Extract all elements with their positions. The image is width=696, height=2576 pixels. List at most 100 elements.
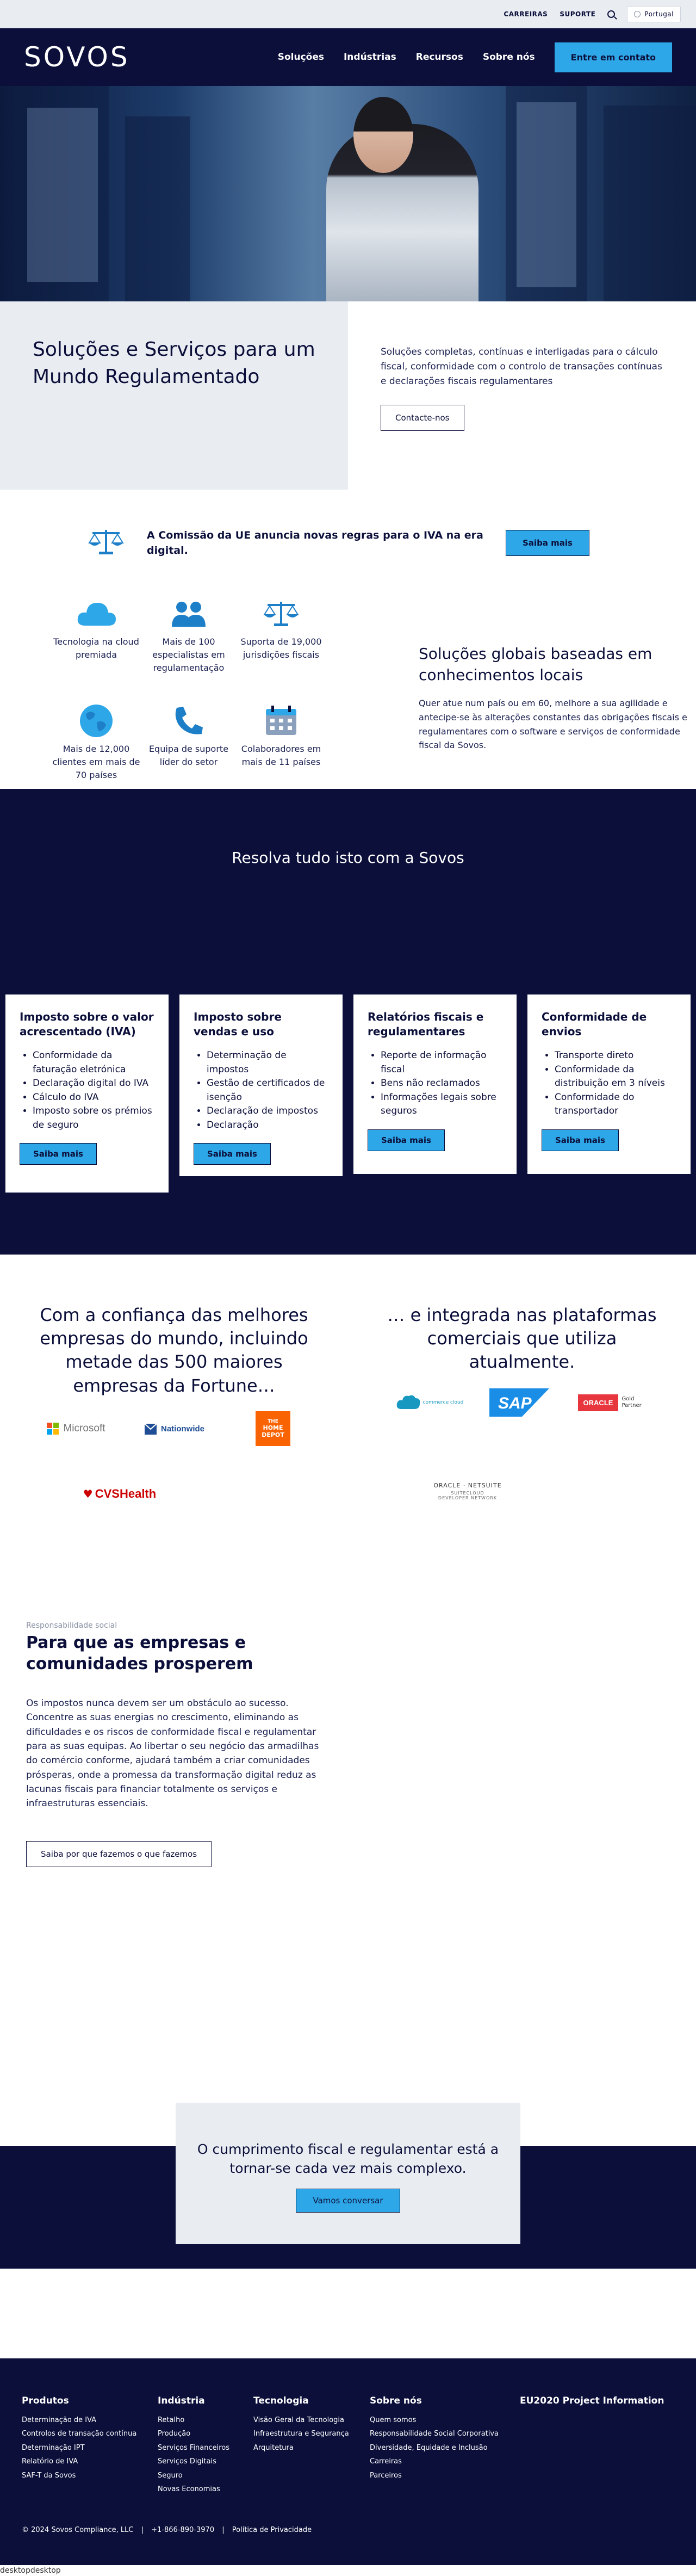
footer-link[interactable]: Controlos de transação contínua [22, 2427, 136, 2441]
feature-item: Tecnologia na cloud premiada [50, 596, 142, 682]
list-item: Conformidade do transportador [555, 1091, 676, 1119]
copyright: © 2024 Sovos Compliance, LLC [22, 2526, 134, 2534]
footer-link[interactable]: SAF-T da Sovos [22, 2469, 136, 2482]
language-selector[interactable]: Portugal [627, 6, 681, 22]
list-item: Imposto sobre os prémios de seguro [33, 1104, 154, 1132]
footer-link[interactable]: Relatório de IVA [22, 2455, 136, 2468]
intro-text: Soluções completas, contínuas e interlig… [381, 347, 662, 387]
footer-link[interactable]: Produção [158, 2427, 229, 2441]
solutions-section: Resolva tudo isto com a Sovos Imposto so… [0, 789, 696, 1255]
footer-link[interactable]: Determinação de IVA [22, 2413, 136, 2427]
support-link[interactable]: SUPORTE [560, 10, 595, 18]
search-icon[interactable] [607, 10, 616, 18]
social-title: Para que as empresas e comunidades prosp… [26, 1633, 253, 1673]
list-item: Reporte de informação fiscal [381, 1049, 502, 1077]
netsuite-logo: ORACLE · NETSUITE SUITECLOUD DEVELOPER N… [433, 1482, 502, 1500]
footer-link[interactable]: Infraestrutura e Segurança [253, 2427, 349, 2441]
features-text: Quer atue num país ou em 60, melhore a s… [419, 698, 687, 751]
people-icon [142, 596, 235, 631]
footer-link[interactable]: Arquitetura [253, 2441, 349, 2455]
careers-link[interactable]: CARREIRAS [504, 10, 548, 18]
footer-link[interactable]: Determinação IPT [22, 2441, 136, 2455]
section-kicker: Responsabilidade social [26, 1621, 117, 1630]
solution-card-reporting: Relatórios fiscais e regulamentares Repo… [353, 994, 517, 1174]
footer-col-technology: Tecnologia Visão Geral da Tecnologia Inf… [253, 2392, 349, 2455]
language-label: Portugal [644, 10, 674, 18]
intro-section: Soluções e Serviços para um Mundo Regula… [0, 301, 696, 490]
footer-link[interactable]: Novas Economias [158, 2482, 229, 2496]
feature-item: Mais de 100 especialistas em regulamenta… [142, 596, 235, 682]
footer: Produtos Determinação de IVA Controlos d… [0, 2358, 696, 2565]
solution-card-vat: Imposto sobre o valor acrescentado (IVA)… [5, 994, 169, 1193]
scales-icon [235, 596, 327, 631]
lets-talk-button[interactable]: Vamos conversar [296, 2189, 400, 2213]
footer-link[interactable]: Responsabilidade Social Corporativa [370, 2427, 499, 2441]
footer-link[interactable]: Serviços Digitais [158, 2455, 229, 2468]
globe-icon [634, 11, 641, 17]
nationwide-logo: Nationwide [136, 1418, 212, 1440]
footer-link[interactable]: Retalho [158, 2413, 229, 2427]
utility-bar: CARREIRAS SUPORTE Portugal [0, 0, 696, 28]
announcement-text: A Comissão da UE anuncia novas regras pa… [147, 529, 483, 557]
svg-text:SAP: SAP [498, 1394, 532, 1412]
calendar-icon [235, 703, 327, 738]
microsoft-logo: Microsoft [38, 1418, 114, 1440]
footer-link[interactable]: Diversidade, Equidade e Inclusão [370, 2441, 499, 2455]
footer-link[interactable]: Seguro [158, 2469, 229, 2482]
customers-title: Com a confiança das melhores empresas do… [40, 1305, 308, 1396]
list-item: Determinação de impostos [207, 1049, 328, 1077]
privacy-link[interactable]: Política de Privacidade [232, 2526, 312, 2534]
solutions-title: Resolva tudo isto com a Sovos [232, 849, 464, 867]
nav-solutions[interactable]: Soluções [278, 52, 324, 63]
oracle-logo: ORACLE Gold Partner [574, 1394, 650, 1411]
page-title: Soluções e Serviços para um Mundo Regula… [33, 338, 315, 388]
sovos-logo[interactable]: SOVOS [24, 41, 130, 73]
footer-col-products: Produtos Determinação de IVA Controlos d… [22, 2392, 136, 2482]
phone-link[interactable]: +1-866-890-3970 [151, 2526, 214, 2534]
sales-tax-more-button[interactable]: Saiba mais [194, 1143, 271, 1165]
features-grid: Tecnologia na cloud premiada Mais de 100… [50, 596, 327, 789]
list-item: Cálculo do IVA [33, 1091, 154, 1105]
reporting-more-button[interactable]: Saiba mais [368, 1129, 445, 1151]
shipping-more-button[interactable]: Saiba mais [542, 1129, 619, 1151]
feature-item: Mais de 12,000 clientes em mais de 70 pa… [50, 703, 142, 789]
nav-resources[interactable]: Recursos [416, 52, 463, 63]
solution-card-sales-tax: Imposto sobre vendas e uso Determinação … [179, 994, 343, 1176]
footer-link[interactable]: Carreiras [370, 2455, 499, 2468]
list-item: Gestão de certificados de isenção [207, 1077, 328, 1104]
eu2020-link[interactable]: EU2020 Project Information [520, 2395, 664, 2406]
feature-item: Colaboradores em mais de 11 países [235, 703, 327, 789]
feature-item: Equipa de suporte líder do setor [142, 703, 235, 789]
announcement-more-button[interactable]: Saiba mais [506, 530, 589, 556]
list-item: Informações legais sobre seguros [381, 1091, 502, 1119]
vat-more-button[interactable]: Saiba mais [20, 1143, 97, 1165]
cvs-health-logo: ♥ CVSHealth [83, 1487, 157, 1500]
main-nav: Soluções Indústrias Recursos Sobre nós E… [278, 42, 672, 72]
footer-link[interactable]: Visão Geral da Tecnologia [253, 2413, 349, 2427]
why-we-do-button[interactable]: Saiba por que fazemos o que fazemos [26, 1841, 212, 1867]
footer-link[interactable]: Serviços Financeiros [158, 2441, 229, 2455]
footer-col-eu2020: EU2020 Project Information [520, 2392, 664, 2413]
list-item: Declaração de impostos [207, 1104, 328, 1119]
compliance-box: O cumprimento fiscal e regulamentar está… [176, 2103, 520, 2244]
phone-icon [142, 703, 235, 738]
footer-link[interactable]: Parceiros [370, 2469, 499, 2482]
contact-us-button[interactable]: Contacte-nos [381, 404, 464, 431]
footer-link[interactable]: Quem somos [370, 2413, 499, 2427]
salesforce-logo: commerce cloud [391, 1392, 468, 1413]
footer-col-about: Sobre nós Quem somos Responsabilidade So… [370, 2392, 499, 2482]
sap-logo: SAP [489, 1388, 549, 1417]
contact-button[interactable]: Entre em contato [554, 42, 672, 72]
list-item: Declaração [207, 1119, 328, 1133]
features-section: Tecnologia na cloud premiada Mais de 100… [0, 596, 696, 789]
footer-bottom: © 2024 Sovos Compliance, LLC | +1-866-89… [22, 2526, 312, 2534]
nav-industries[interactable]: Indústrias [344, 52, 396, 63]
list-item: Bens não reclamados [381, 1077, 502, 1091]
globe-icon [50, 703, 142, 738]
trust-section: Com a confiança das melhores empresas do… [0, 1255, 696, 1587]
feature-item: Suporta de 19,000 jurisdições fiscais [235, 596, 327, 682]
list-item: Transporte direto [555, 1049, 676, 1063]
solution-card-shipping: Conformidade de envios Transporte direto… [527, 994, 691, 1174]
nav-about[interactable]: Sobre nós [483, 52, 535, 63]
compliance-title: O cumprimento fiscal e regulamentar está… [197, 2141, 499, 2176]
